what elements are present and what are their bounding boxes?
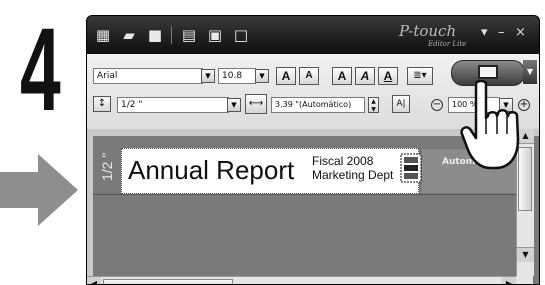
label-side-text[interactable]: Fiscal 2008 Marketing Dept [312, 154, 393, 182]
label-canvas[interactable]: Annual Report Fiscal 2008 Marketing Dept [121, 148, 422, 194]
scroll-down-icon[interactable]: ▼ [517, 247, 534, 262]
printer-icon [478, 65, 498, 79]
tape-height-icon: ↕ [93, 96, 111, 112]
label-main-text[interactable]: Annual Report [128, 155, 294, 185]
brand-logo: P-touch [399, 22, 457, 40]
chevron-down-icon[interactable]: ▼ [255, 69, 269, 83]
tape-width-select[interactable]: 1/2 " [117, 97, 229, 113]
label-length-icon: ⟷ [245, 94, 267, 114]
label-length-field[interactable]: 3.39 "(Automático) [271, 97, 365, 113]
image-icon[interactable]: ▣ [205, 26, 225, 44]
horizontal-scroll-thumb[interactable] [103, 279, 233, 284]
font-size-select[interactable]: 10.8 [218, 68, 256, 84]
new-label-icon[interactable]: ▦ [93, 26, 113, 44]
close-button[interactable]: × [515, 26, 526, 40]
label-side-line-1: Fiscal 2008 [312, 154, 374, 168]
align-button[interactable]: ≣▾ [407, 67, 433, 85]
underline-button[interactable]: A [378, 67, 398, 85]
toolbar-separator [171, 26, 172, 44]
brand-subtitle: Editor Lite [428, 40, 467, 48]
label-side-line-2: Marketing Dept [312, 168, 394, 182]
open-icon[interactable]: ▰ [119, 26, 139, 44]
tape-width-label: 1/2 " [99, 152, 115, 181]
tape-baseline [93, 194, 516, 195]
step-number: 4 [20, 4, 61, 136]
chevron-down-icon[interactable]: ▼ [227, 98, 241, 112]
font-name-select[interactable]: Arial [93, 68, 203, 84]
right-arrow-icon [0, 154, 78, 226]
save-icon[interactable]: ■ [145, 26, 165, 44]
auto-fit-button[interactable]: A| [392, 95, 410, 113]
title-bar: ▦ ▰ ■ ▤ ▣ □ P-touch Editor Lite ▾ – × [87, 16, 539, 54]
length-stepper[interactable]: ▲ ▼ [368, 97, 379, 113]
barcode-icon[interactable] [400, 153, 422, 183]
hand-pointer-icon [460, 80, 520, 170]
font-size-up-button[interactable]: A [276, 67, 296, 85]
menu-dropdown-icon[interactable]: ▾ [481, 26, 488, 40]
chevron-down-icon[interactable]: ▼ [201, 69, 215, 83]
zoom-out-button[interactable]: − [431, 99, 443, 111]
italic-button[interactable]: A [355, 67, 375, 85]
font-size-down-button[interactable]: A [299, 67, 319, 85]
bold-button[interactable]: A [332, 67, 352, 85]
minimize-button[interactable]: – [498, 26, 505, 40]
workspace-left-ruler [87, 136, 93, 276]
text-icon[interactable]: ▤ [179, 26, 199, 44]
frame-icon[interactable]: □ [231, 26, 251, 44]
